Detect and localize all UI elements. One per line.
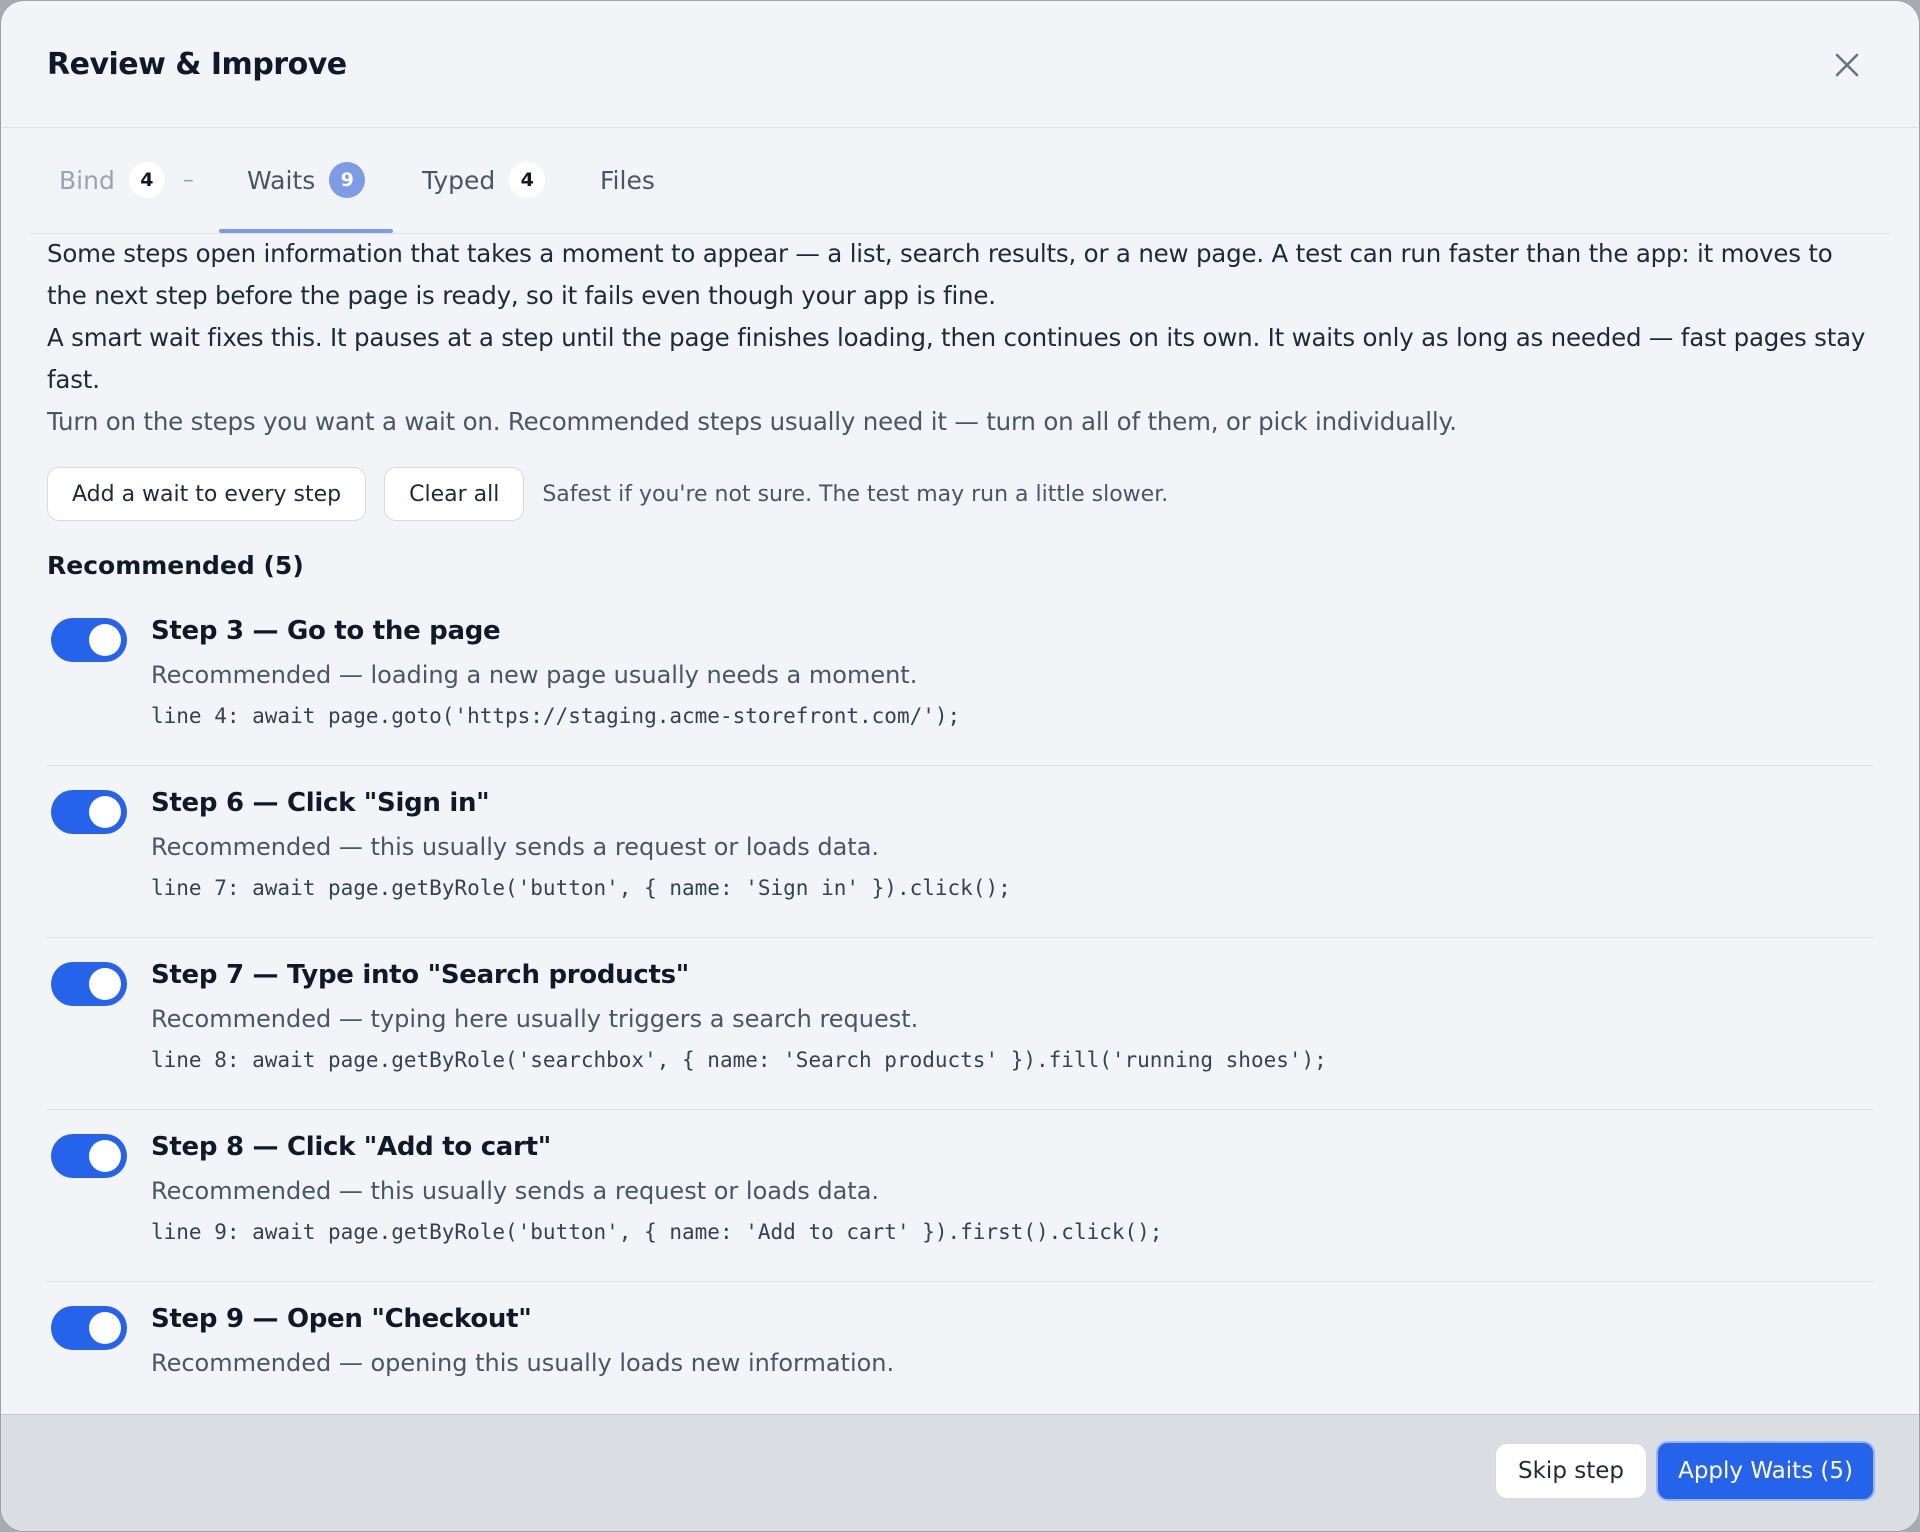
step-title: Step 6 — Click "Sign in" xyxy=(151,788,490,818)
toggle-knob xyxy=(89,624,121,656)
intro-paragraph-3: Turn on the steps you want a wait on. Re… xyxy=(47,407,1457,436)
tab-typed[interactable]: Typed 4 xyxy=(422,128,546,232)
intro-text: Some steps open information that takes a… xyxy=(47,233,1873,443)
wait-toggle[interactable] xyxy=(51,618,127,662)
tab-waits-label: Waits xyxy=(247,165,316,195)
wait-toggle[interactable] xyxy=(51,962,127,1006)
skip-step-button[interactable]: Skip step xyxy=(1495,1443,1647,1499)
dialog-footer: Skip step Apply Waits (5) xyxy=(1,1414,1919,1531)
dialog-header: Review & Improve xyxy=(1,1,1919,128)
toggle-knob xyxy=(89,1140,121,1172)
step-title: Step 9 — Open "Checkout" xyxy=(151,1304,532,1334)
step-reason: Recommended — loading a new page usually… xyxy=(151,661,918,689)
intro-paragraph-1: Some steps open information that takes a… xyxy=(47,239,1833,310)
tab-bind-count-badge: 4 xyxy=(128,162,165,198)
recommended-step-list: Step 3 — Go to the page Recommended — lo… xyxy=(47,594,1873,1454)
tab-waits-count-badge: 9 xyxy=(329,162,366,198)
close-icon[interactable] xyxy=(1831,49,1863,81)
tab-files[interactable]: Files xyxy=(600,128,655,232)
toggle-knob xyxy=(89,796,121,828)
step-code: line 4: await page.goto('https://staging… xyxy=(151,704,961,728)
step-reason: Recommended — opening this usually loads… xyxy=(151,1349,895,1377)
step-reason: Recommended — this usually sends a reque… xyxy=(151,1177,880,1205)
apply-waits-button[interactable]: Apply Waits (5) xyxy=(1656,1441,1875,1501)
tab-waits[interactable]: Waits 9 xyxy=(218,128,394,233)
review-dialog: Review & Improve Bind 4 – Waits 9 Typed … xyxy=(0,0,1920,1532)
wait-toggle[interactable] xyxy=(51,1134,127,1178)
step-code: line 7: await page.getByRole('button', {… xyxy=(151,876,1011,900)
waits-panel: Some steps open information that takes a… xyxy=(47,233,1873,1454)
step-title: Step 3 — Go to the page xyxy=(151,616,501,646)
tab-typed-label: Typed xyxy=(422,165,496,195)
step-reason: Recommended — typing here usually trigge… xyxy=(151,1005,919,1033)
wait-toggle[interactable] xyxy=(51,1306,127,1350)
tab-bind[interactable]: Bind 4 – xyxy=(59,128,194,232)
step-item: Step 3 — Go to the page Recommended — lo… xyxy=(47,594,1873,766)
tab-typed-count-badge: 4 xyxy=(509,162,546,198)
step-item: Step 7 — Type into "Search products" Rec… xyxy=(47,938,1873,1110)
step-item: Step 6 — Click "Sign in" Recommended — t… xyxy=(47,766,1873,938)
recommended-heading: Recommended (5) xyxy=(47,551,304,580)
clear-all-button[interactable]: Clear all xyxy=(384,467,525,521)
wait-toggle[interactable] xyxy=(51,790,127,834)
toggle-knob xyxy=(89,968,121,1000)
tab-bar: Bind 4 – Waits 9 Typed 4 Files xyxy=(31,128,1889,234)
bulk-actions-hint: Safest if you're not sure. The test may … xyxy=(542,481,1169,507)
step-code: line 9: await page.getByRole('button', {… xyxy=(151,1220,1163,1244)
dialog-title: Review & Improve xyxy=(47,46,347,82)
tab-bind-dash: – xyxy=(182,167,194,193)
tab-files-label: Files xyxy=(600,165,655,195)
toggle-knob xyxy=(89,1312,121,1344)
step-reason: Recommended — this usually sends a reque… xyxy=(151,833,880,861)
add-wait-every-step-button[interactable]: Add a wait to every step xyxy=(47,467,367,521)
step-item: Step 8 — Click "Add to cart" Recommended… xyxy=(47,1110,1873,1282)
step-title: Step 7 — Type into "Search products" xyxy=(151,960,690,990)
intro-paragraph-2: A smart wait fixes this. It pauses at a … xyxy=(47,323,1866,394)
tab-bind-label: Bind xyxy=(59,165,115,195)
step-code: line 8: await page.getByRole('searchbox'… xyxy=(151,1048,1327,1072)
step-title: Step 8 — Click "Add to cart" xyxy=(151,1132,551,1162)
bulk-actions: Add a wait to every step Clear all Safes… xyxy=(47,467,1873,521)
